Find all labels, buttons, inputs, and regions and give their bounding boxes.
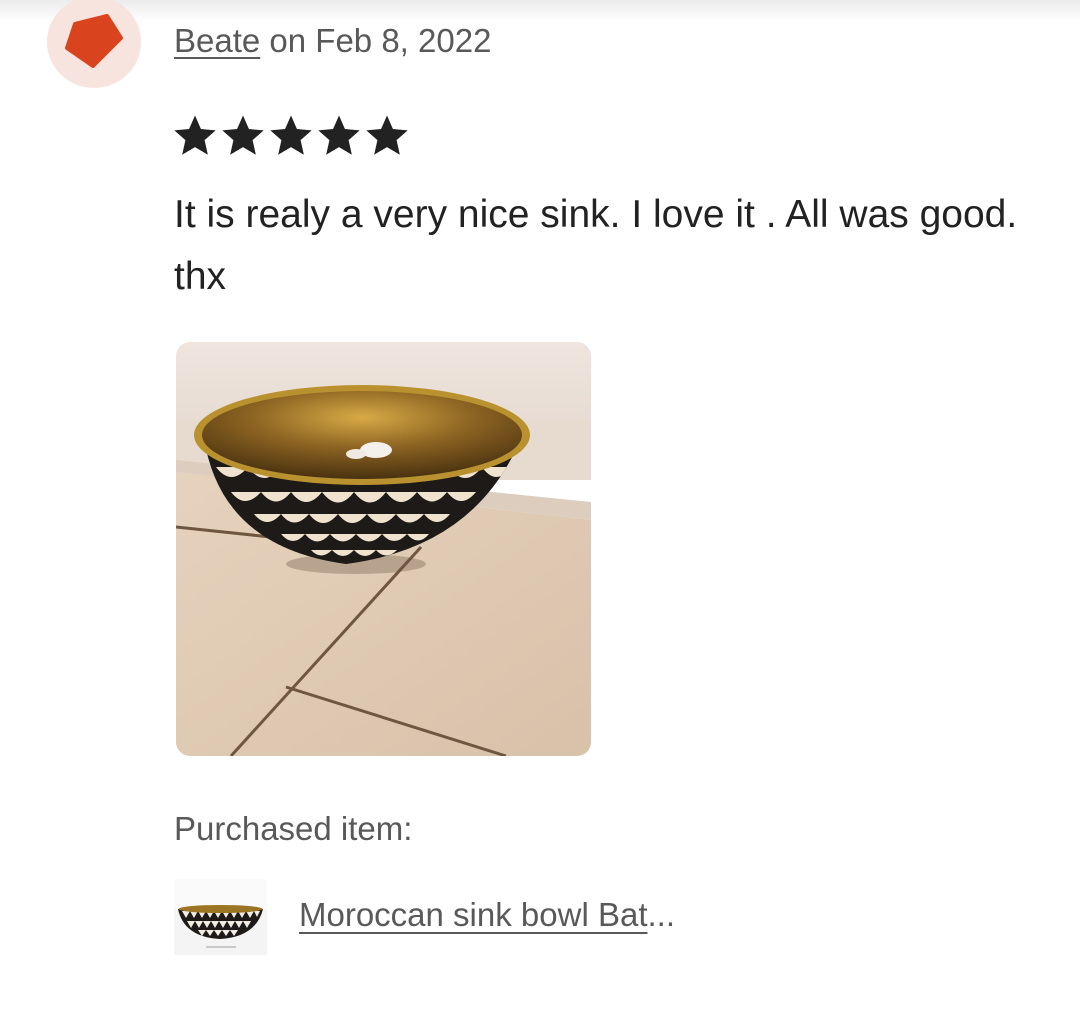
orange-pentagon-avatar-icon <box>65 14 123 68</box>
sink-bowl-thumbnail-icon <box>174 879 267 955</box>
star-icon <box>270 115 312 155</box>
star-icon <box>318 115 360 155</box>
title-ellipsis: ... <box>647 896 675 933</box>
purchased-item-label: Purchased item: <box>174 810 413 847</box>
reviewer-line: Beate on Feb 8, 2022 <box>174 22 491 60</box>
reviewer-avatar[interactable] <box>47 0 141 88</box>
purchased-item-link[interactable]: Moroccan sink bowl Bat... <box>299 896 675 934</box>
star-icon <box>222 115 264 155</box>
star-icon <box>366 115 408 155</box>
star-icon <box>174 115 216 155</box>
purchased-item-title: Moroccan sink bowl Bat <box>299 896 648 933</box>
review-photo[interactable] <box>176 342 591 756</box>
sink-bowl-photo-icon <box>176 342 591 756</box>
reviewer-name-link[interactable]: Beate <box>174 22 260 59</box>
top-fade <box>0 0 1080 22</box>
purchased-item-thumbnail[interactable] <box>174 879 267 955</box>
review-date: on Feb 8, 2022 <box>260 22 492 59</box>
star-rating <box>172 112 410 158</box>
review-text: It is realy a very nice sink. I love it … <box>174 193 1018 298</box>
